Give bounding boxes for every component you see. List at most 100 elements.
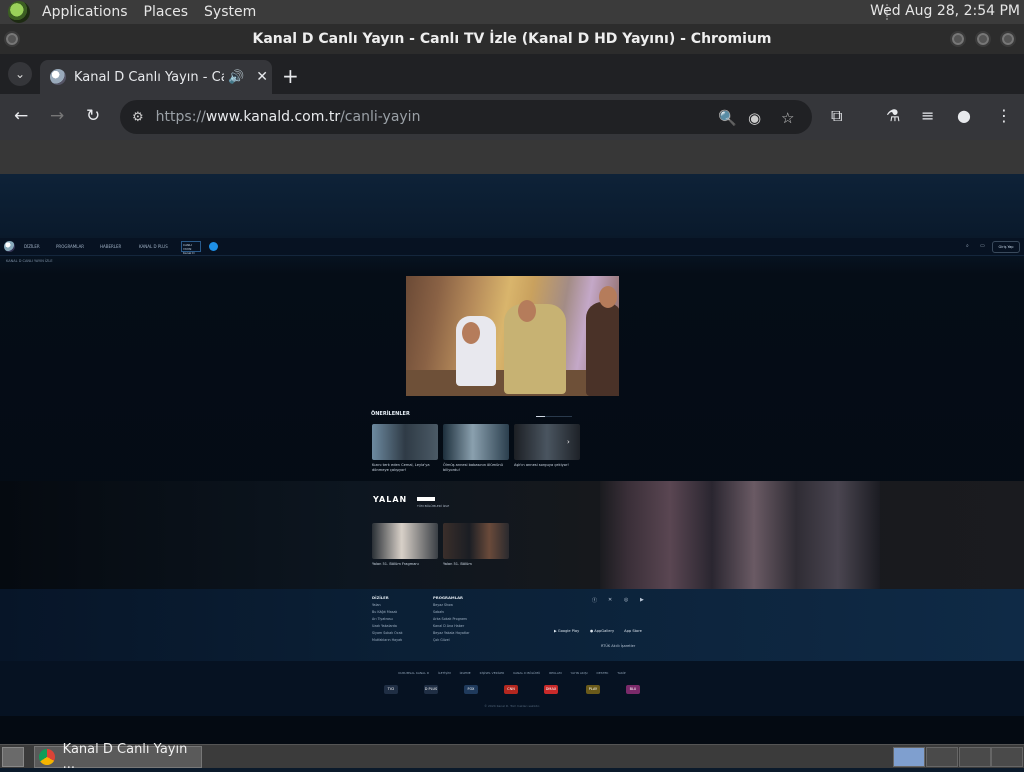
footer-bottom-link[interactable]: REKLAM bbox=[549, 671, 561, 675]
show-desktop-button[interactable] bbox=[2, 747, 24, 767]
tab-title: Kanal D Canlı Yayın - Canlı bbox=[74, 69, 224, 85]
footer-bottom-link[interactable]: KANAL D BÖLÜMÜ bbox=[513, 671, 540, 675]
minimize-button[interactable] bbox=[950, 31, 966, 47]
footer-link[interactable]: Arka Sokak Programı bbox=[433, 617, 467, 621]
channel-logo[interactable]: CNN bbox=[504, 685, 518, 694]
maximize-button[interactable] bbox=[975, 31, 991, 47]
footer-bottom-link[interactable]: TAKİP bbox=[617, 671, 625, 675]
window-titlebar[interactable]: Kanal D Canlı Yayın - Canlı TV İzle (Kan… bbox=[0, 24, 1024, 54]
window-menu-icon[interactable] bbox=[4, 31, 20, 47]
live-play-icon[interactable] bbox=[209, 242, 218, 251]
media-controls-icon[interactable]: ≡ bbox=[921, 106, 934, 125]
footer-link[interactable]: Beyaz Show bbox=[433, 603, 453, 607]
site-search-icon[interactable]: ⌕ bbox=[966, 243, 969, 249]
footer-link[interactable]: Arı Tiyatrosu bbox=[372, 617, 393, 621]
channel-logo[interactable]: BLU bbox=[626, 685, 640, 694]
clock[interactable]: Wed Aug 28, 2:54 PM bbox=[870, 3, 1020, 19]
footer-bottom-link[interactable]: İZLEME bbox=[460, 671, 471, 675]
appgallery-badge[interactable]: ● AppGallery bbox=[590, 627, 614, 635]
menu-kebab-icon[interactable]: ⋮ bbox=[996, 106, 1012, 125]
tab-close-button[interactable]: ✕ bbox=[256, 69, 268, 85]
youtube-icon[interactable]: ▶ bbox=[640, 597, 644, 603]
login-button[interactable]: Giriş Yap bbox=[992, 241, 1020, 253]
google-play-badge[interactable]: ▶ Google Play bbox=[554, 627, 579, 635]
places-menu[interactable]: Places bbox=[136, 4, 197, 20]
footer-col2-title: PROGRAMLAR bbox=[433, 595, 463, 600]
kanald-logo-icon[interactable] bbox=[4, 241, 15, 252]
nav-haberler[interactable]: HABERLER bbox=[100, 244, 121, 249]
instagram-icon[interactable]: ◎ bbox=[624, 597, 628, 603]
recommendation-card[interactable]: Aşk'ın annesi sorguya çekiyor! bbox=[514, 424, 582, 468]
footer-link[interactable]: Mutfakların Hayatı bbox=[372, 638, 402, 642]
live-video-player[interactable] bbox=[406, 276, 619, 396]
taskbar-window-button[interactable]: Kanal D Canlı Yayın ... bbox=[34, 742, 202, 772]
rtuk-label[interactable]: RTÜK Akıllı İşaretler bbox=[601, 644, 635, 648]
episode-card[interactable]: Yalan 51. Bölüm Fragmanı bbox=[372, 523, 440, 567]
recommendation-card[interactable]: Kızını terk eden Cemal, Leyla'ya dönmeye… bbox=[372, 424, 440, 473]
facebook-icon[interactable]: ⓕ bbox=[592, 597, 597, 604]
footer-link[interactable]: Uzak Yakalarda bbox=[372, 624, 397, 628]
watch-all-button[interactable] bbox=[417, 497, 435, 501]
nav-kanald-plus[interactable]: KANAL D PLUS bbox=[139, 244, 168, 249]
footer-bottom-link[interactable]: KİŞİSEL VERİLER bbox=[480, 671, 505, 675]
distro-logo-icon[interactable] bbox=[8, 1, 30, 23]
site-info-icon[interactable]: ⚙ bbox=[132, 110, 144, 125]
footer-link[interactable]: Yalan bbox=[372, 603, 381, 607]
footer-link[interactable]: Sabahı bbox=[433, 610, 444, 614]
profile-icon[interactable]: ● bbox=[957, 106, 971, 125]
new-tab-button[interactable]: + bbox=[282, 64, 299, 88]
taskbar: Kanal D Canlı Yayın ... bbox=[0, 742, 1024, 772]
tab-search-button[interactable]: ⌄ bbox=[8, 62, 32, 86]
footer-bottom-link[interactable]: DESTEK bbox=[597, 671, 609, 675]
workspace-1[interactable] bbox=[893, 747, 925, 767]
close-window-button[interactable] bbox=[1000, 31, 1016, 47]
site-tv-icon[interactable]: ▭ bbox=[980, 243, 985, 249]
reload-icon[interactable]: ↻ bbox=[86, 106, 100, 126]
extensions-puzzle-icon[interactable]: ⧉ bbox=[831, 106, 842, 126]
show-logo[interactable]: YALAN bbox=[373, 495, 407, 504]
breadcrumb[interactable]: KANAL D CANLI YAYIN İZLE bbox=[6, 259, 53, 263]
address-bar[interactable]: ⚙ https://www.kanald.com.tr/canli-yayin … bbox=[120, 100, 812, 134]
footer-link[interactable]: Beyaz Yakala Hayatlar bbox=[433, 631, 470, 635]
footer-link[interactable]: Kanal D Ana Haber bbox=[433, 624, 464, 628]
workspace-3[interactable] bbox=[959, 747, 991, 767]
speaker-icon[interactable]: 🔊 bbox=[228, 70, 244, 85]
footer-bottom-link[interactable]: KURUMSAL KANAL D bbox=[398, 671, 429, 675]
channel-logo[interactable]: TV2 bbox=[384, 685, 398, 694]
tab-kanald[interactable]: Kanal D Canlı Yayın - Canlı 🔊 ✕ bbox=[40, 60, 272, 94]
x-icon[interactable]: ✕ bbox=[608, 597, 612, 603]
footer-bottom-link[interactable]: YAYIN AKIŞI bbox=[571, 671, 588, 675]
workspace-4[interactable] bbox=[991, 747, 1023, 767]
nav-diziler[interactable]: DİZİLER bbox=[24, 244, 40, 249]
app-store-badge[interactable]: App Store bbox=[623, 627, 642, 635]
workspace-2[interactable] bbox=[926, 747, 958, 767]
channel-logo[interactable]: DMAX bbox=[544, 685, 558, 694]
labs-flask-icon[interactable]: ⚗ bbox=[886, 106, 900, 125]
carousel-next-icon[interactable]: › bbox=[567, 438, 570, 446]
forward-arrow-icon[interactable]: → bbox=[50, 106, 64, 126]
applications-menu[interactable]: Applications bbox=[34, 4, 136, 20]
footer-link[interactable]: Bu Kâğıt Masalı bbox=[372, 610, 397, 614]
channel-logo[interactable]: FOX bbox=[464, 685, 478, 694]
system-menu[interactable]: System bbox=[196, 4, 264, 20]
channel-logo[interactable]: PLAY bbox=[586, 685, 600, 694]
footer-link[interactable]: Çok Güzel bbox=[433, 638, 450, 642]
recommendation-card[interactable]: Ölmüş annesi babasının ölümünü biliyordu… bbox=[443, 424, 511, 473]
show-subtitle[interactable]: TÜM BÖLÜMLERİ İZLE bbox=[417, 504, 449, 508]
tracking-protection-eye-icon[interactable]: ◉ bbox=[748, 109, 761, 127]
site-footer bbox=[0, 589, 1024, 661]
window-title: Kanal D Canlı Yayın - Canlı TV İzle (Kan… bbox=[252, 31, 772, 47]
site-header: DİZİLER PROGRAMLAR HABERLER KANAL D PLUS… bbox=[0, 238, 1024, 256]
url-text[interactable]: https://www.kanald.com.tr/canli-yayin bbox=[156, 109, 421, 125]
episode-card[interactable]: Yalan 51. Bölüm bbox=[443, 523, 511, 567]
zoom-icon[interactable]: 🔍 bbox=[718, 109, 737, 127]
back-arrow-icon[interactable]: ← bbox=[14, 106, 28, 126]
show-promo-band bbox=[0, 481, 1024, 589]
footer-bottom-link[interactable]: İLETİŞİM bbox=[438, 671, 451, 675]
browser-toolbar: ← → ↻ ⚙ https://www.kanald.com.tr/canli-… bbox=[0, 94, 1024, 140]
nav-programlar[interactable]: PROGRAMLAR bbox=[56, 244, 84, 249]
channel-logo[interactable]: D PLUS bbox=[424, 685, 438, 694]
live-badge[interactable]: CANLI YAYIN Kanal D bbox=[181, 241, 201, 255]
footer-link[interactable]: Siyam Sokak Ocak bbox=[372, 631, 403, 635]
bookmark-star-icon[interactable]: ☆ bbox=[781, 109, 794, 127]
